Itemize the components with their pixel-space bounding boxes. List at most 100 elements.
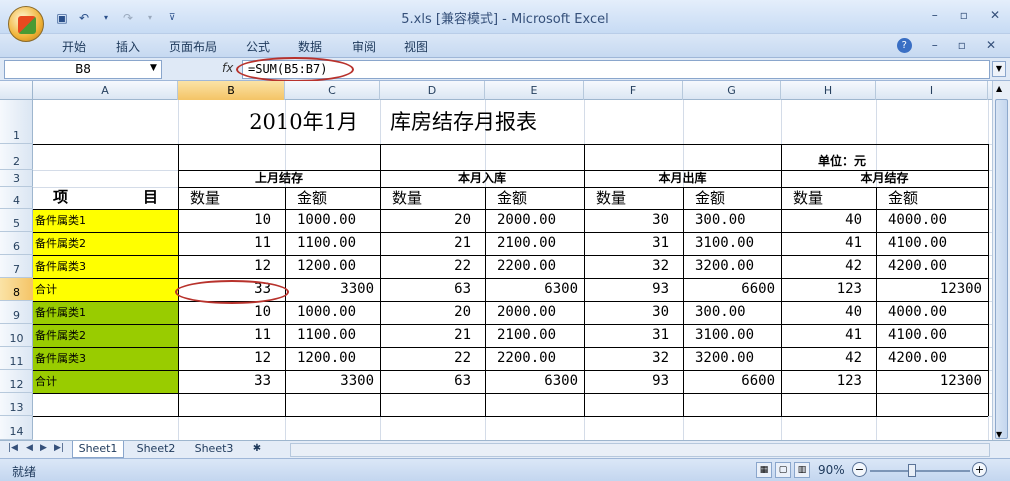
row-label-6[interactable]: 备件属类2 — [33, 324, 178, 347]
subheader-7[interactable]: 数量 — [781, 187, 876, 209]
tab-view[interactable]: 视图 — [404, 38, 428, 55]
group-header-3[interactable]: 本月出库 — [584, 170, 781, 187]
tab-insert[interactable]: 插入 — [116, 38, 140, 55]
table-cell[interactable]: 41 — [781, 232, 876, 255]
help-icon[interactable]: ? — [896, 38, 912, 53]
zoom-level[interactable]: 90% — [818, 463, 845, 477]
table-cell[interactable]: 1100.00 — [285, 232, 380, 255]
table-cell[interactable]: 63 — [380, 370, 485, 393]
table-cell[interactable]: 31 — [584, 232, 683, 255]
table-cell[interactable]: 3200.00 — [683, 347, 781, 370]
row-label-5[interactable]: 备件属类1 — [33, 301, 178, 324]
row-header-9[interactable]: 9 — [0, 301, 33, 324]
table-cell[interactable]: 33 — [178, 370, 285, 393]
zoom-in-icon[interactable]: + — [972, 462, 987, 477]
table-cell[interactable]: 21 — [380, 324, 485, 347]
table-cell[interactable]: 30 — [584, 209, 683, 232]
table-cell[interactable]: 1000.00 — [285, 209, 380, 232]
table-cell[interactable]: 6300 — [485, 278, 584, 301]
table-cell[interactable]: 300.00 — [683, 209, 781, 232]
table-cell[interactable]: 300.00 — [683, 301, 781, 324]
select-all-corner[interactable] — [0, 81, 33, 100]
table-cell[interactable]: 33 — [178, 278, 285, 301]
close-icon[interactable]: ✕ — [990, 8, 1000, 22]
table-cell[interactable]: 6600 — [683, 370, 781, 393]
row-label-3[interactable]: 备件属类3 — [33, 255, 178, 278]
insert-sheet-icon[interactable]: ✱ — [246, 441, 268, 458]
table-cell[interactable]: 10 — [178, 301, 285, 324]
row-header-11[interactable]: 11 — [0, 347, 33, 370]
table-cell[interactable]: 40 — [781, 209, 876, 232]
table-cell[interactable]: 32 — [584, 255, 683, 278]
report-title[interactable]: 库房结存月报表 — [380, 100, 781, 144]
next-sheet-icon[interactable]: ▶ — [40, 443, 47, 453]
workbook-minimize-icon[interactable]: – — [932, 38, 938, 53]
table-cell[interactable]: 4100.00 — [876, 324, 988, 347]
table-cell[interactable]: 123 — [781, 278, 876, 301]
name-box-dropdown-icon[interactable]: ▼ — [150, 60, 157, 77]
table-cell[interactable]: 12 — [178, 347, 285, 370]
group-header-1[interactable]: 上月结存 — [178, 170, 380, 187]
expand-formula-bar-icon[interactable]: ▼ — [992, 61, 1006, 77]
column-header-f[interactable]: F — [584, 81, 683, 100]
minimize-icon[interactable]: – — [932, 8, 938, 22]
table-cell[interactable]: 6300 — [485, 370, 584, 393]
subheader-1[interactable]: 数量 — [178, 187, 285, 209]
table-cell[interactable]: 12300 — [876, 278, 988, 301]
table-cell[interactable]: 3300 — [285, 370, 380, 393]
subheader-6[interactable]: 金额 — [683, 187, 781, 209]
table-cell[interactable]: 2100.00 — [485, 324, 584, 347]
first-sheet-icon[interactable]: |◀ — [8, 443, 18, 453]
row-header-6[interactable]: 6 — [0, 232, 33, 255]
scroll-up-icon[interactable]: ▲ — [996, 84, 1002, 93]
table-cell[interactable]: 1100.00 — [285, 324, 380, 347]
page-layout-view-icon[interactable]: ▢ — [775, 462, 791, 478]
row-header-3[interactable]: 3 — [0, 170, 33, 187]
table-cell[interactable]: 3100.00 — [683, 232, 781, 255]
group-header-2[interactable]: 本月入库 — [380, 170, 584, 187]
sheet-tab-sheet2[interactable]: Sheet2 — [130, 441, 182, 458]
table-cell[interactable]: 1200.00 — [285, 255, 380, 278]
insert-function-icon[interactable]: fx — [222, 61, 233, 75]
report-date[interactable]: 2010年1月 — [33, 100, 380, 144]
zoom-out-icon[interactable]: − — [852, 462, 867, 477]
row-header-5[interactable]: 5 — [0, 209, 33, 232]
page-break-preview-icon[interactable]: ▥ — [794, 462, 810, 478]
column-header-g[interactable]: G — [683, 81, 781, 100]
table-cell[interactable]: 3300 — [285, 278, 380, 301]
table-cell[interactable]: 12300 — [876, 370, 988, 393]
table-cell[interactable]: 4200.00 — [876, 347, 988, 370]
table-cell[interactable]: 11 — [178, 232, 285, 255]
tab-home[interactable]: 开始 — [62, 38, 86, 55]
table-cell[interactable]: 6600 — [683, 278, 781, 301]
zoom-slider-knob[interactable] — [908, 464, 916, 477]
table-cell[interactable]: 2200.00 — [485, 255, 584, 278]
row-label-2[interactable]: 备件属类2 — [33, 232, 178, 255]
row-header-12[interactable]: 12 — [0, 370, 33, 393]
table-cell[interactable]: 4100.00 — [876, 232, 988, 255]
table-cell[interactable]: 11 — [178, 324, 285, 347]
subheader-3[interactable]: 数量 — [380, 187, 485, 209]
table-cell[interactable]: 42 — [781, 347, 876, 370]
table-cell[interactable]: 10 — [178, 209, 285, 232]
table-cell[interactable]: 31 — [584, 324, 683, 347]
column-header-c[interactable]: C — [285, 81, 380, 100]
last-sheet-icon[interactable]: ▶| — [54, 443, 64, 453]
zoom-slider[interactable] — [870, 470, 970, 472]
table-cell[interactable]: 123 — [781, 370, 876, 393]
horizontal-scrollbar[interactable] — [290, 443, 990, 457]
row-header-8[interactable]: 8 — [0, 278, 33, 301]
column-header-h[interactable]: H — [781, 81, 876, 100]
table-cell[interactable]: 21 — [380, 232, 485, 255]
subheader-5[interactable]: 数量 — [584, 187, 683, 209]
column-header-i[interactable]: I — [876, 81, 988, 100]
table-cell[interactable]: 2100.00 — [485, 232, 584, 255]
table-cell[interactable]: 3200.00 — [683, 255, 781, 278]
workbook-restore-icon[interactable]: ▫ — [958, 38, 966, 53]
tab-data[interactable]: 数据 — [298, 38, 322, 55]
worksheet-grid[interactable]: 2010年1月 库房结存月报表 单位：元项目上月结存 本月入库 本月出库 本月结存 数量 金额… — [33, 100, 992, 440]
row-label-7[interactable]: 备件属类3 — [33, 347, 178, 370]
row-header-14[interactable]: 14 — [0, 416, 33, 440]
row-label-8[interactable]: 合计 — [33, 370, 178, 393]
table-cell[interactable]: 1200.00 — [285, 347, 380, 370]
